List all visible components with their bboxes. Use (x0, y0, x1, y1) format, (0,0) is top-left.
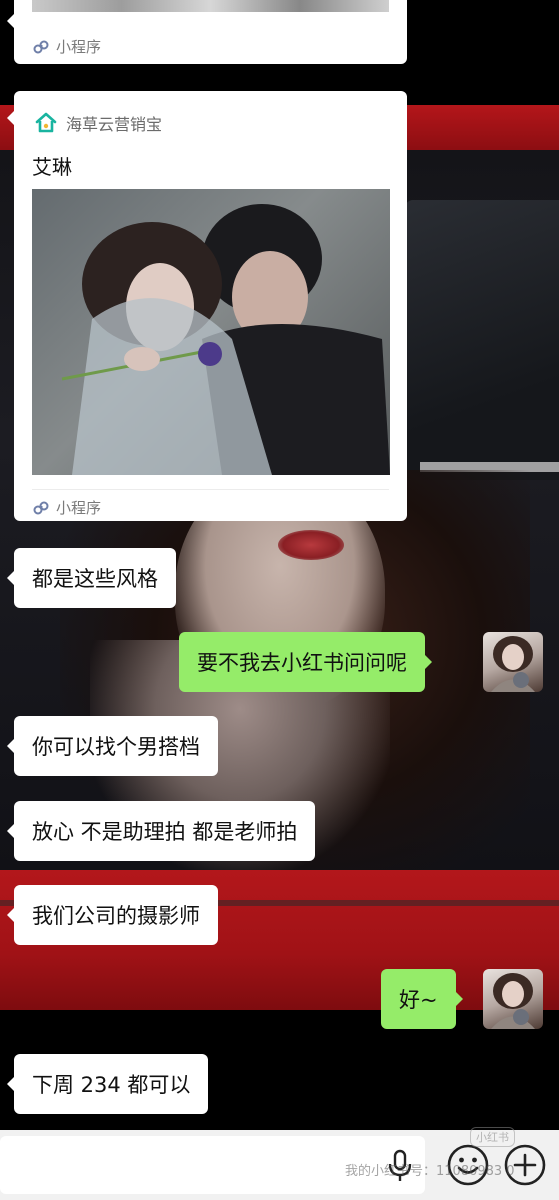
avatar[interactable] (483, 969, 543, 1029)
card-footer: 小程序 (32, 497, 101, 518)
watermark-logo: 小红书 (470, 1127, 515, 1147)
message-bubble-incoming[interactable]: 都是这些风格 (7, 548, 176, 608)
card-title: 艾琳 (32, 155, 72, 179)
message-bubble-outgoing[interactable]: 好~ (381, 969, 463, 1029)
mini-program-label: 小程序 (56, 38, 102, 56)
message-bubble-incoming[interactable]: 你可以找个男搭档 (7, 716, 218, 776)
card-image[interactable] (32, 189, 390, 475)
card-app-row: 海草云营销宝 (34, 111, 162, 135)
message-bubble-incoming[interactable]: 我们公司的摄影师 (7, 885, 218, 945)
chat-message-list[interactable]: 小程序 海草云营销宝 艾琳 小程序 都是这些风格 要不我去小红书问问呢 你可以找… (0, 0, 559, 1200)
card-footer: 小程序 (32, 36, 101, 57)
message-bubble-outgoing[interactable]: 要不我去小红书问问呢 (179, 632, 432, 692)
card-app-name: 海草云营销宝 (66, 115, 163, 134)
mini-program-card[interactable]: 小程序 (7, 0, 407, 64)
house-icon (35, 112, 57, 133)
mini-program-card[interactable]: 海草云营销宝 艾琳 小程序 (7, 91, 407, 521)
watermark-text: 我的小红书号：11080983 0 (345, 1164, 515, 1179)
mini-program-label: 小程序 (56, 499, 102, 517)
mini-program-icon (33, 40, 49, 53)
card-divider (32, 489, 389, 490)
message-bubble-incoming[interactable]: 放心 不是助理拍 都是老师拍 (6, 801, 316, 861)
card-thumbnail (32, 0, 389, 12)
avatar[interactable] (483, 632, 543, 692)
message-bubble-incoming[interactable]: 下周 234 都可以 (6, 1054, 209, 1114)
mini-program-icon (33, 501, 49, 514)
